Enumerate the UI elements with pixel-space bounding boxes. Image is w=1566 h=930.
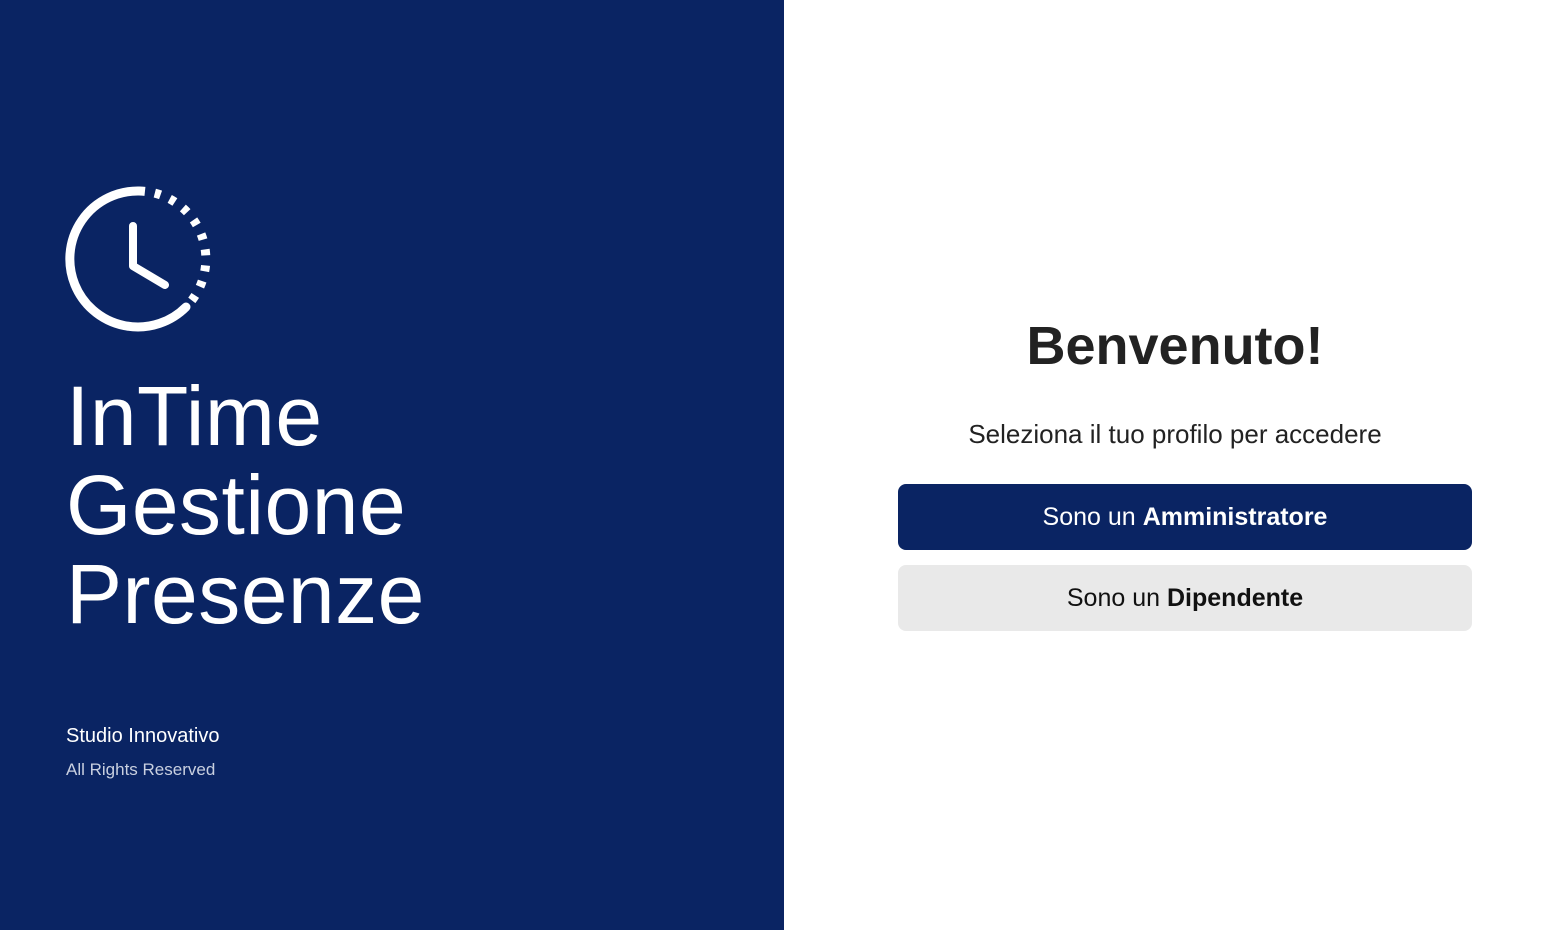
- app-title-line-2: Gestione: [66, 458, 407, 552]
- company-name: Studio Innovativo: [66, 725, 220, 747]
- clock-icon: [65, 186, 211, 332]
- login-page: InTime Gestione Presenze Studio Innovati…: [0, 0, 1566, 930]
- app-title: InTime Gestione Presenze: [66, 372, 425, 639]
- admin-login-button[interactable]: Sono un Amministratore: [898, 484, 1472, 550]
- login-panel: Benvenuto! Seleziona il tuo profilo per …: [784, 0, 1566, 930]
- profile-subtitle: Seleziona il tuo profilo per accedere: [968, 419, 1382, 449]
- welcome-heading: Benvenuto!: [1026, 316, 1324, 376]
- admin-button-prefix: Sono un: [1042, 502, 1136, 531]
- brand-panel: InTime Gestione Presenze Studio Innovati…: [0, 0, 784, 930]
- app-title-line-3: Presenze: [66, 547, 425, 641]
- admin-button-role: Amministratore: [1142, 502, 1328, 531]
- employee-login-button[interactable]: Sono un Dipendente: [898, 565, 1472, 631]
- employee-button-prefix: Sono un: [1066, 583, 1160, 612]
- rights-text: All Rights Reserved: [66, 760, 216, 779]
- employee-button-role: Dipendente: [1167, 583, 1304, 612]
- app-title-line-1: InTime: [66, 369, 323, 463]
